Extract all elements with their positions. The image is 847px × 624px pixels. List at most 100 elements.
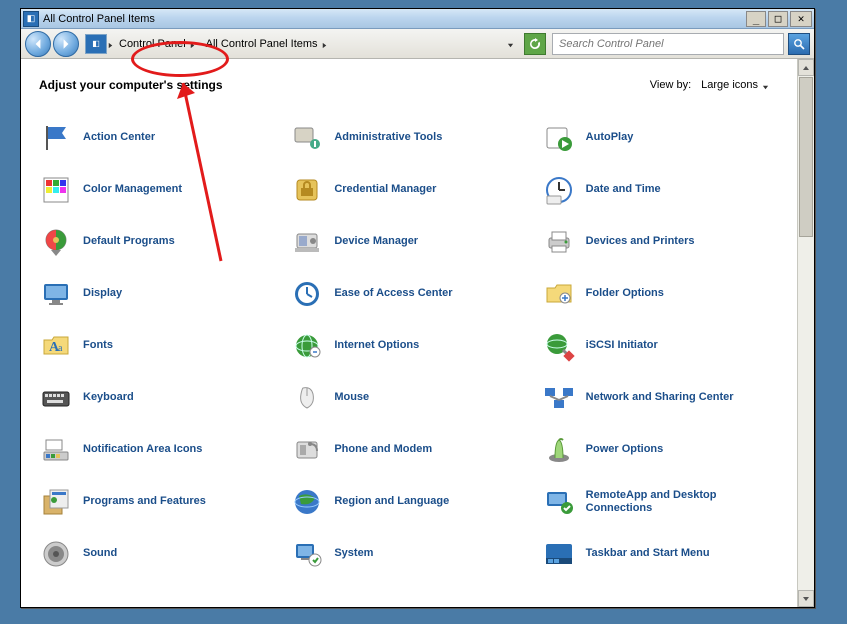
- color-icon: [39, 173, 73, 207]
- cp-item-credential[interactable]: Credential Manager: [290, 173, 531, 207]
- scroll-down-button[interactable]: [798, 590, 814, 607]
- close-button[interactable]: ✕: [790, 11, 812, 27]
- cp-item-color[interactable]: Color Management: [39, 173, 280, 207]
- cp-item-label: Device Manager: [334, 235, 418, 248]
- autoplay-icon: [542, 121, 576, 155]
- cp-item-taskbar[interactable]: Taskbar and Start Menu: [542, 537, 783, 571]
- view-by-dropdown[interactable]: Large icons: [697, 77, 773, 93]
- vertical-scrollbar[interactable]: [797, 59, 814, 607]
- credential-icon: [290, 173, 324, 207]
- fonts-icon: Aa: [39, 329, 73, 363]
- control-panel-icon: ◧: [23, 11, 39, 27]
- cp-item-power[interactable]: Power Options: [542, 433, 783, 467]
- internet-icon: [290, 329, 324, 363]
- cp-item-defaults[interactable]: Default Programs: [39, 225, 280, 259]
- cp-item-label: Devices and Printers: [586, 235, 695, 248]
- minimize-button[interactable]: _: [746, 11, 766, 27]
- view-by-control: View by: Large icons: [650, 77, 773, 93]
- region-icon: [290, 485, 324, 519]
- clock-icon: [542, 173, 576, 207]
- items-grid: Action Center Administrative Tools AutoPla…: [39, 121, 783, 571]
- cp-item-label: Keyboard: [83, 391, 134, 404]
- svg-text:a: a: [58, 343, 63, 354]
- cp-item-display[interactable]: Display: [39, 277, 280, 311]
- cp-item-clock[interactable]: Date and Time: [542, 173, 783, 207]
- network-icon: [542, 381, 576, 415]
- cp-item-label: Ease of Access Center: [334, 287, 452, 300]
- search-box[interactable]: [552, 33, 784, 55]
- cp-item-programs[interactable]: Programs and Features: [39, 485, 280, 519]
- cp-item-label: Phone and Modem: [334, 443, 432, 456]
- cp-item-label: Internet Options: [334, 339, 419, 352]
- cp-item-iscsi[interactable]: iSCSI Initiator: [542, 329, 783, 363]
- cp-item-fonts[interactable]: AaFonts: [39, 329, 280, 363]
- taskbar-icon: [542, 537, 576, 571]
- cp-item-label: Network and Sharing Center: [586, 391, 734, 404]
- system-icon: [290, 537, 324, 571]
- back-button[interactable]: [25, 31, 51, 57]
- cp-item-label: Mouse: [334, 391, 369, 404]
- flag-icon: [39, 121, 73, 155]
- chevron-right-icon[interactable]: [189, 40, 196, 47]
- content-area: Adjust your computer's settings View by:…: [21, 59, 814, 607]
- breadcrumb-label: All Control Panel Items: [206, 38, 318, 50]
- cp-item-label: Default Programs: [83, 235, 175, 248]
- cp-item-label: Notification Area Icons: [83, 443, 202, 456]
- scroll-up-button[interactable]: [798, 59, 814, 76]
- cp-item-label: AutoPlay: [586, 131, 634, 144]
- scroll-thumb[interactable]: [799, 77, 813, 237]
- window-title: All Control Panel Items: [43, 13, 744, 25]
- cp-item-ease[interactable]: Ease of Access Center: [290, 277, 531, 311]
- cp-item-label: Display: [83, 287, 122, 300]
- cp-item-phone[interactable]: Phone and Modem: [290, 433, 531, 467]
- devicemgr-icon: [290, 225, 324, 259]
- cp-item-folder[interactable]: Folder Options: [542, 277, 783, 311]
- breadcrumb-all-items[interactable]: All Control Panel Items: [201, 33, 333, 55]
- cp-item-region[interactable]: Region and Language: [290, 485, 531, 519]
- cp-item-notif[interactable]: Notification Area Icons: [39, 433, 280, 467]
- cp-item-devicemgr[interactable]: Device Manager: [290, 225, 531, 259]
- chevron-right-icon[interactable]: [107, 40, 114, 47]
- cp-item-network[interactable]: Network and Sharing Center: [542, 381, 783, 415]
- cp-item-label: Region and Language: [334, 495, 449, 508]
- cp-item-keyboard[interactable]: Keyboard: [39, 381, 280, 415]
- view-by-value: Large icons: [701, 79, 758, 91]
- chevron-down-icon: [762, 82, 769, 89]
- breadcrumb-control-panel[interactable]: Control Panel: [114, 33, 201, 55]
- chevron-right-icon[interactable]: [321, 40, 328, 47]
- forward-button[interactable]: [53, 31, 79, 57]
- cp-item-label: RemoteApp and Desktop Connections: [586, 489, 746, 515]
- cp-item-mouse[interactable]: Mouse: [290, 381, 531, 415]
- folder-icon: [542, 277, 576, 311]
- refresh-button[interactable]: [524, 33, 546, 55]
- cp-item-label: Power Options: [586, 443, 664, 456]
- cp-item-printers[interactable]: Devices and Printers: [542, 225, 783, 259]
- power-icon: [542, 433, 576, 467]
- control-panel-window: ◧ All Control Panel Items _ □ ✕ ◧ Contro…: [20, 8, 815, 608]
- cp-item-label: iSCSI Initiator: [586, 339, 658, 352]
- cp-item-label: System: [334, 547, 373, 560]
- search-button[interactable]: [788, 33, 810, 55]
- cp-item-system[interactable]: System: [290, 537, 531, 571]
- cp-item-internet[interactable]: Internet Options: [290, 329, 531, 363]
- cp-item-label: Taskbar and Start Menu: [586, 547, 710, 560]
- search-input[interactable]: [557, 37, 779, 51]
- remote-icon: [542, 485, 576, 519]
- address-bar[interactable]: ◧ Control Panel All Control Panel Items: [81, 33, 333, 55]
- cp-item-tools[interactable]: Administrative Tools: [290, 121, 531, 155]
- cp-item-sound[interactable]: Sound: [39, 537, 280, 571]
- cp-item-flag[interactable]: Action Center: [39, 121, 280, 155]
- mouse-icon: [290, 381, 324, 415]
- keyboard-icon: [39, 381, 73, 415]
- sound-icon: [39, 537, 73, 571]
- cp-item-label: Date and Time: [586, 183, 661, 196]
- cp-item-label: Folder Options: [586, 287, 664, 300]
- iscsi-icon: [542, 329, 576, 363]
- phone-icon: [290, 433, 324, 467]
- cp-item-label: Credential Manager: [334, 183, 436, 196]
- cp-item-autoplay[interactable]: AutoPlay: [542, 121, 783, 155]
- maximize-button[interactable]: □: [768, 11, 788, 27]
- breadcrumb-label: Control Panel: [119, 38, 186, 50]
- address-dropdown-icon[interactable]: [507, 40, 514, 47]
- cp-item-remote[interactable]: RemoteApp and Desktop Connections: [542, 485, 783, 519]
